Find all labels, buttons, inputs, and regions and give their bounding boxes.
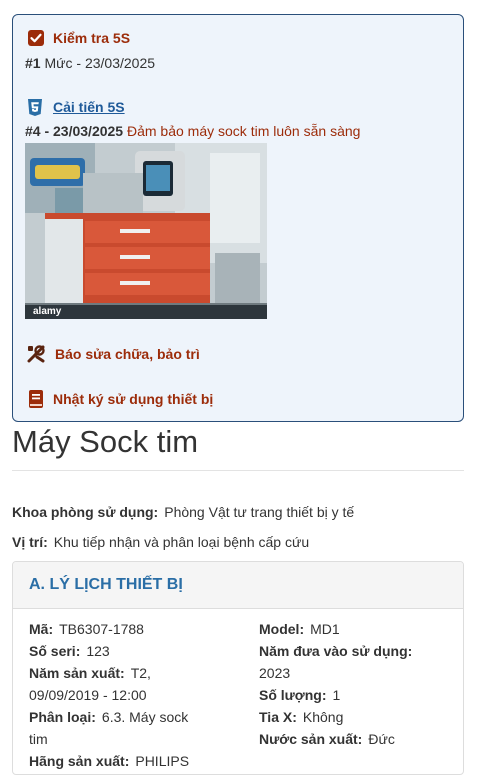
- cai-tien-5s-label: Cải tiến 5S: [53, 99, 125, 115]
- nuoc-san-xuat-row: Nước sản xuất: Đức: [259, 728, 459, 750]
- ma-label: Mã:: [29, 621, 54, 637]
- profile-panel-header[interactable]: A. LÝ LỊCH THIẾT BỊ: [13, 562, 463, 609]
- kiem-tra-meta: #1 Mức - 23/03/2025: [25, 55, 155, 71]
- photo-watermark: alamy: [33, 306, 62, 317]
- bao-sua-chua-link[interactable]: Báo sửa chữa, bảo trì: [25, 343, 200, 365]
- tools-icon: [25, 343, 47, 365]
- cai-tien-detail: Đảm bảo máy sock tim luôn sẵn sàng: [126, 123, 361, 139]
- checkbox-icon: [25, 27, 47, 49]
- khoa-phong-value: Phòng Vật tư trang thiết bị y tế: [164, 504, 355, 520]
- kiem-tra-detail: Mức - 23/03/2025: [44, 55, 156, 71]
- tia-x-row: Tia X: Không: [259, 706, 459, 728]
- nam-san-xuat-row: Năm sản xuất: T2,: [29, 662, 239, 684]
- phan-loai-row: Phân loại: 6.3. Máy sock: [29, 706, 239, 728]
- nam-dua-vao-label: Năm đưa vào sử dụng:: [259, 643, 413, 659]
- so-luong-label: Số lượng:: [259, 687, 327, 703]
- phan-loai-value-2: tim: [29, 731, 48, 747]
- khoa-phong-label: Khoa phòng sử dụng:: [12, 504, 159, 520]
- so-seri-row: Số seri: 123: [29, 640, 239, 662]
- kiem-tra-5s-label: Kiểm tra 5S: [53, 30, 131, 46]
- nam-dua-vao-cont: 2023: [259, 662, 459, 684]
- model-row: Model: MD1: [259, 618, 459, 640]
- profile-left-column: Mã: TB6307-1788 Số seri: 123 Năm sản xuất:…: [29, 618, 239, 772]
- hang-san-xuat-label: Hãng sản xuất:: [29, 753, 130, 769]
- tia-x-value: Không: [302, 709, 344, 725]
- nam-dua-vao-row: Năm đưa vào sử dụng:: [259, 640, 459, 662]
- kiem-tra-5s-link[interactable]: Kiểm tra 5S: [25, 27, 130, 49]
- cai-tien-meta: #4 - 23/03/2025 Đảm bảo máy sock tim luô…: [25, 123, 360, 139]
- tia-x-label: Tia X:: [259, 709, 297, 725]
- ma-row: Mã: TB6307-1788: [29, 618, 239, 640]
- vi-tri-label: Vị trí:: [12, 534, 48, 550]
- nhat-ky-label: Nhật ký sử dụng thiết bị: [53, 391, 214, 407]
- phan-loai-value-1: 6.3. Máy sock: [101, 709, 189, 725]
- cai-tien-5s-link[interactable]: Cải tiến 5S: [25, 96, 125, 118]
- nuoc-san-xuat-label: Nước sản xuất:: [259, 731, 363, 747]
- device-profile-panel: A. LÝ LỊCH THIẾT BỊ Mã: TB6307-1788 Số se…: [12, 561, 464, 775]
- actions-card: Kiểm tra 5S #1 Mức - 23/03/2025 Cải tiến…: [12, 14, 464, 422]
- ma-value: TB6307-1788: [59, 621, 144, 637]
- nam-san-xuat-label: Năm sản xuất:: [29, 665, 125, 681]
- khoa-phong-row: Khoa phòng sử dụng: Phòng Vật tư trang th…: [12, 504, 354, 520]
- vi-tri-row: Vị trí: Khu tiếp nhận và phân loại bệnh c…: [12, 534, 309, 550]
- bao-sua-chua-label: Báo sửa chữa, bảo trì: [55, 346, 200, 362]
- nam-dua-vao-value: 2023: [259, 665, 291, 681]
- device-photo[interactable]: alamy: [25, 143, 267, 319]
- title-divider: [12, 470, 464, 471]
- vi-tri-value: Khu tiếp nhận và phân loại bệnh cấp cứu: [53, 534, 310, 550]
- hang-san-xuat-value: PHILIPS: [135, 753, 190, 769]
- book-icon: [25, 388, 47, 410]
- html5-icon: [25, 96, 45, 118]
- so-luong-row: Số lượng: 1: [259, 684, 459, 706]
- so-seri-label: Số seri:: [29, 643, 81, 659]
- nuoc-san-xuat-value: Đức: [368, 731, 395, 747]
- nam-san-xuat-cont: 09/09/2019 - 12:00: [29, 684, 239, 706]
- phan-loai-cont: tim: [29, 728, 239, 750]
- phan-loai-label: Phân loại:: [29, 709, 96, 725]
- model-value: MD1: [310, 621, 340, 637]
- so-seri-value: 123: [86, 643, 110, 659]
- kiem-tra-number: #1: [25, 55, 41, 71]
- profile-right-column: Model: MD1 Năm đưa vào sử dụng: 2023 Số l…: [259, 618, 459, 750]
- page-title: Máy Sock tim: [12, 424, 199, 459]
- hang-san-xuat-row: Hãng sản xuất: PHILIPS: [29, 750, 239, 772]
- cai-tien-number-date: #4 - 23/03/2025: [25, 123, 124, 139]
- nam-san-xuat-value-2: 09/09/2019 - 12:00: [29, 687, 147, 703]
- model-label: Model:: [259, 621, 305, 637]
- profile-heading: A. LÝ LỊCH THIẾT BỊ: [29, 576, 183, 593]
- nam-san-xuat-value-1: T2,: [130, 665, 151, 681]
- nhat-ky-link[interactable]: Nhật ký sử dụng thiết bị: [25, 388, 213, 410]
- so-luong-value: 1: [332, 687, 341, 703]
